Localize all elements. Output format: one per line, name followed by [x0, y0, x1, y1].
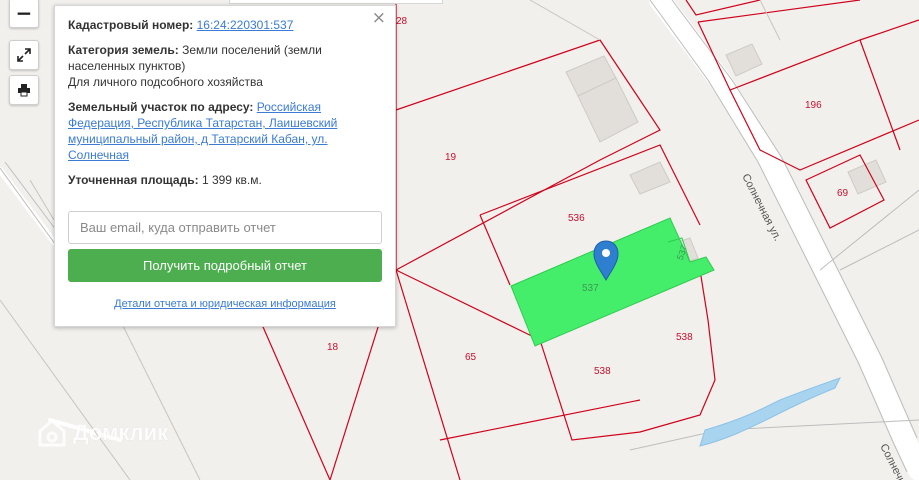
brand-watermark: Домклик — [37, 418, 168, 448]
print-button[interactable] — [9, 75, 39, 105]
parcel-label-538-east: 538 — [676, 332, 693, 343]
area-value: 1 399 кв.м. — [201, 173, 262, 187]
land-use-value: Для личного подсобного хозяйства — [68, 75, 263, 89]
fullscreen-button[interactable] — [9, 40, 39, 70]
email-input[interactable] — [68, 211, 382, 244]
address-row: Земельный участок по адресу: Российская … — [68, 99, 382, 163]
top-search-edge — [229, 0, 443, 4]
parcel-info-popup: × Кадастровый номер: 16:24:220301:537 Ка… — [54, 5, 396, 327]
parcel-label-538: 538 — [594, 366, 611, 377]
land-category-row: Категория земель: Земли поселений (земли… — [68, 42, 382, 90]
parcel-label-69: 69 — [837, 188, 849, 199]
cadastral-number-link[interactable]: 16:24:220301:537 — [197, 18, 294, 32]
parcel-label-196: 196 — [805, 100, 822, 111]
parcel-label-537: 537 — [582, 283, 599, 294]
get-report-button[interactable]: Получить подробный отчет — [68, 249, 382, 282]
parcel-label-28: 28 — [396, 16, 408, 27]
parcel-label-19: 19 — [445, 152, 457, 163]
land-category-label: Категория земель: — [68, 43, 179, 57]
brand-name: Домклик — [73, 420, 169, 445]
cadastral-number-row: Кадастровый номер: 16:24:220301:537 — [68, 17, 382, 33]
minus-icon: − — [15, 1, 33, 25]
parcel-label-18: 18 — [327, 342, 339, 353]
parcel-label-536: 536 — [568, 213, 585, 224]
close-icon[interactable]: × — [372, 10, 386, 27]
domclick-logo-icon — [38, 419, 66, 447]
address-label: Земельный участок по адресу: — [68, 100, 254, 114]
cadastral-number-label: Кадастровый номер: — [68, 18, 194, 32]
area-label: Уточненная площадь: — [68, 173, 199, 187]
report-details-link[interactable]: Детали отчета и юридическая информация — [68, 296, 382, 312]
parcel-label-65: 65 — [465, 352, 477, 363]
expand-icon — [17, 48, 31, 62]
zoom-out-button[interactable]: − — [9, 0, 39, 28]
printer-icon — [18, 84, 30, 97]
area-row: Уточненная площадь: 1 399 кв.м. — [68, 172, 382, 188]
